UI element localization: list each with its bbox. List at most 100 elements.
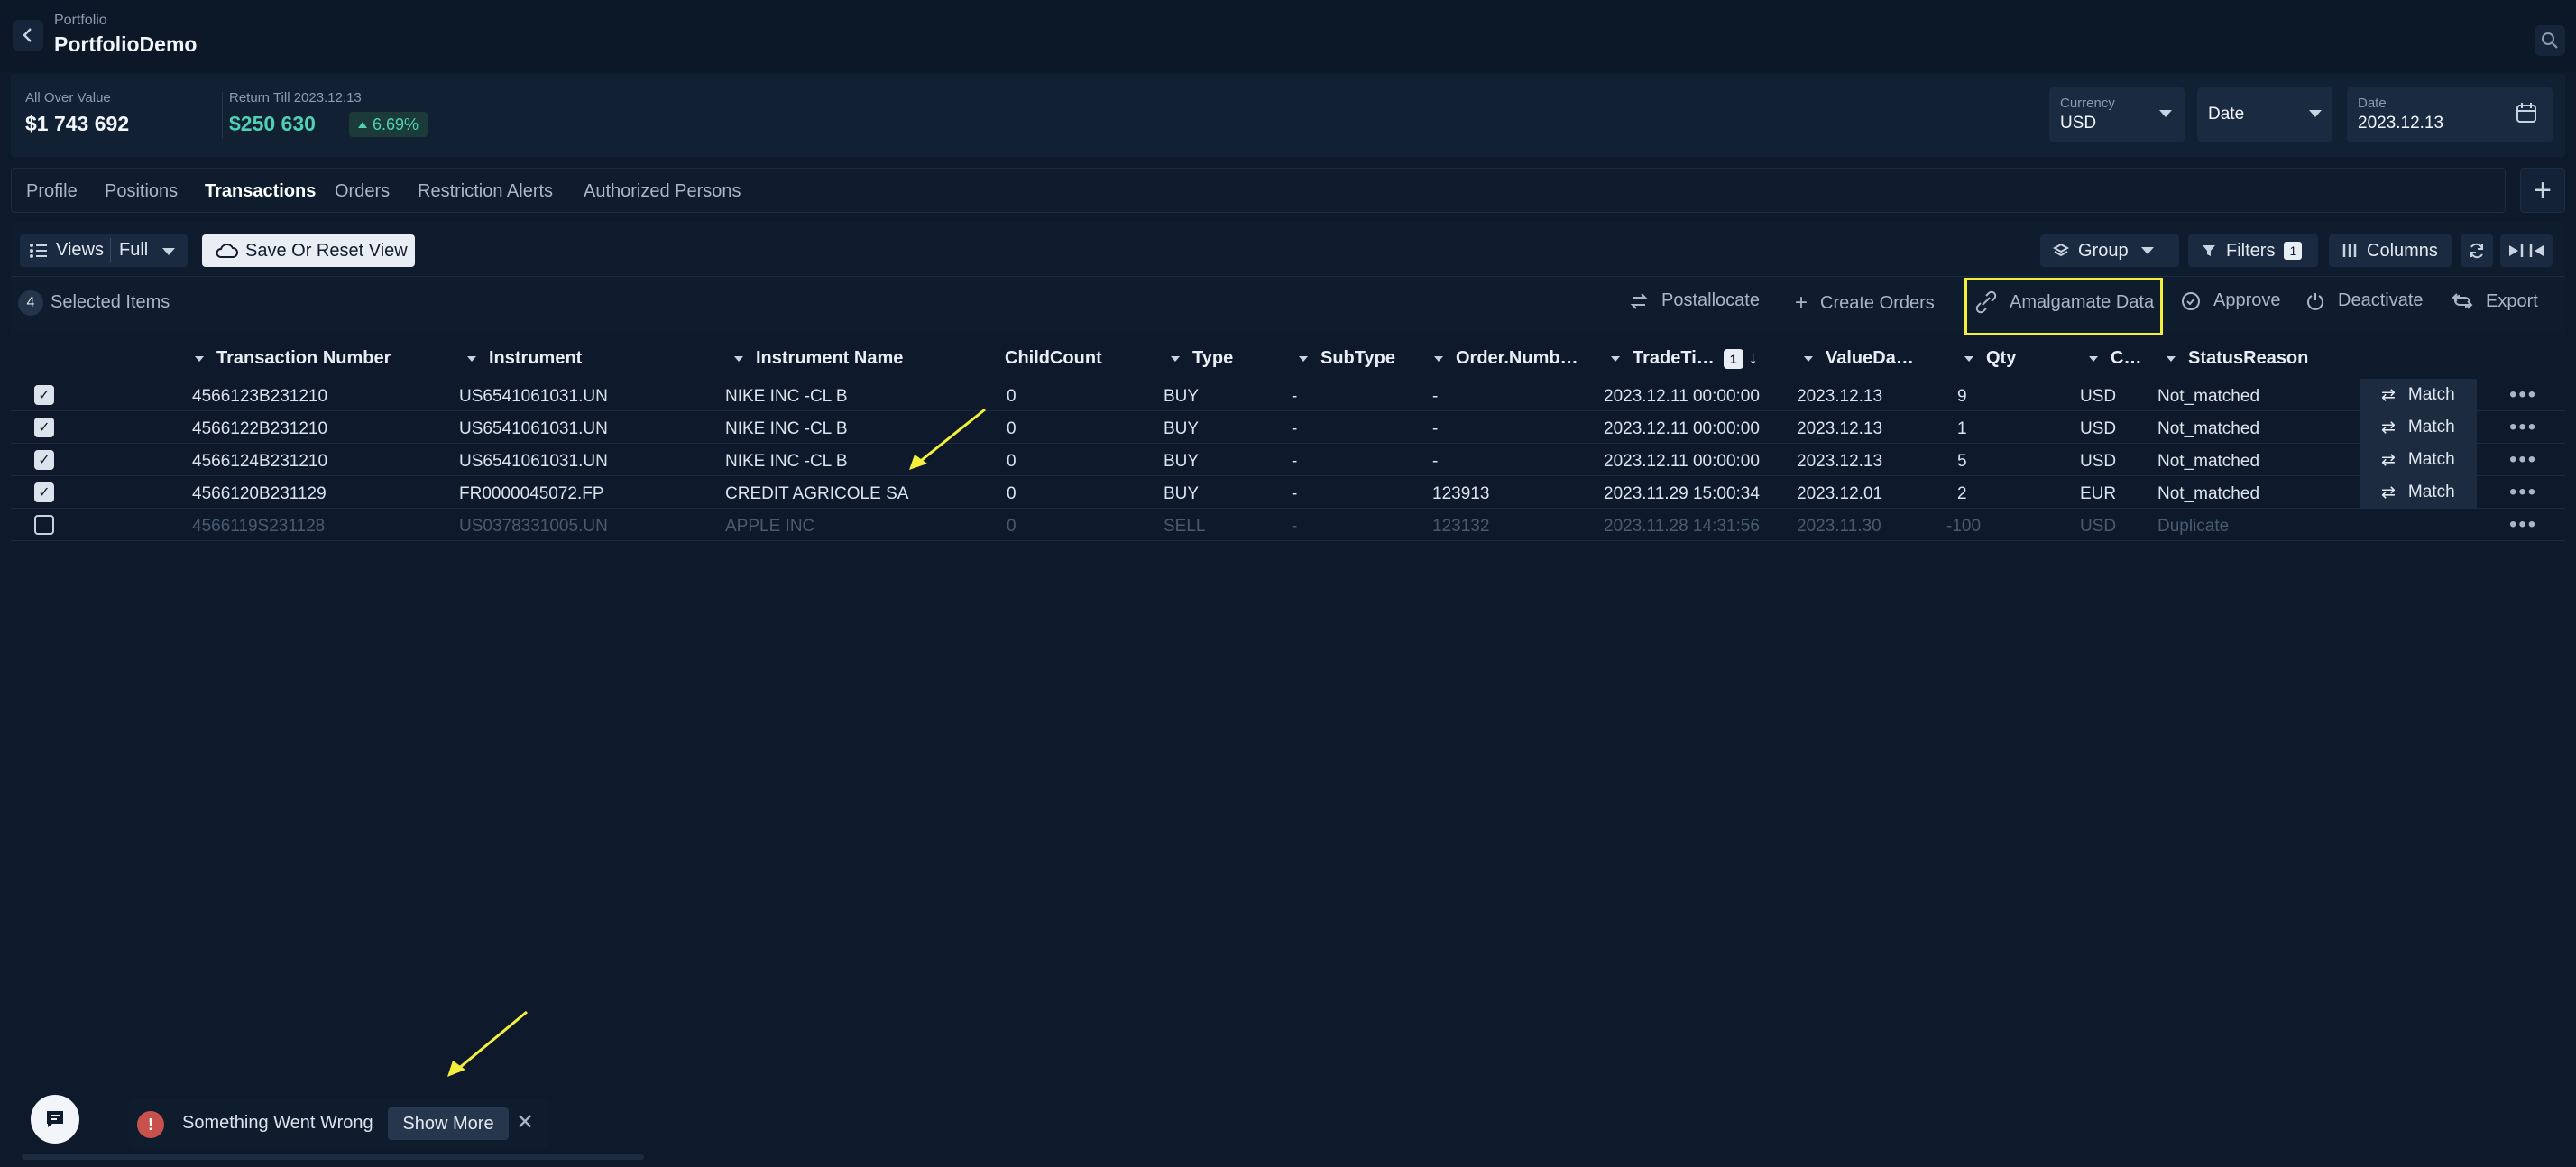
cell-txn: 4566122B231210	[192, 419, 328, 438]
cell-subtype: -	[1292, 517, 1298, 536]
group-button[interactable]: Group	[2040, 234, 2179, 267]
tab-orders[interactable]: Orders	[335, 181, 390, 202]
save-reset-label: Save Or Reset View	[245, 240, 408, 261]
row-checkbox[interactable]: ✓	[34, 450, 54, 470]
layers-icon	[2053, 243, 2069, 257]
show-more-button[interactable]: Show More	[388, 1107, 509, 1140]
tab-restriction-alerts[interactable]: Restriction Alerts	[418, 181, 553, 202]
col-childcount[interactable]: ChildCount	[1005, 348, 1102, 369]
more-icon[interactable]: •••	[2509, 512, 2537, 538]
cell-txn: 4566124B231210	[192, 452, 328, 471]
date-type-select[interactable]: Date	[2197, 87, 2332, 142]
chat-button[interactable]	[31, 1095, 79, 1144]
selected-items-label: Selected Items	[51, 292, 170, 312]
cell-name: NIKE INC -CL B	[725, 419, 848, 438]
col-value-date[interactable]: ValueDa…	[1804, 348, 1914, 369]
cell-status: Duplicate	[2157, 517, 2230, 536]
cell-subtype: -	[1292, 484, 1298, 503]
chevron-left-icon	[23, 28, 32, 42]
save-reset-view-button[interactable]: Save Or Reset View	[202, 234, 415, 267]
error-toast: ! Something Went Wrong Show More ✕	[128, 1098, 550, 1149]
return-label: Return Till 2023.12.13	[229, 90, 362, 106]
tab-positions[interactable]: Positions	[105, 181, 178, 202]
table-row[interactable]: ✓ 4566123B231210 US6541061031.UN NIKE IN…	[11, 379, 2565, 411]
close-icon[interactable]: ✕	[516, 1109, 534, 1135]
cell-qty: 1	[1957, 419, 1967, 438]
match-button[interactable]: ⇄ Match	[2360, 476, 2477, 509]
create-orders-action[interactable]: + Create Orders	[1795, 290, 1935, 316]
cell-order: 123913	[1432, 484, 1490, 503]
table-row[interactable]: ✓ 4566120B231129 FR0000045072.FP CREDIT …	[11, 476, 2565, 509]
table-row[interactable]: ✓ 4566122B231210 US6541061031.UN NIKE IN…	[11, 411, 2565, 444]
col-currency[interactable]: C…	[2089, 348, 2141, 369]
col-trade-time[interactable]: TradeTi… 1 ↓	[1611, 348, 1758, 369]
cell-child: 0	[1007, 452, 1017, 471]
match-button[interactable]: ⇄ Match	[2360, 411, 2477, 444]
more-icon[interactable]: •••	[2509, 415, 2537, 440]
export-icon	[2452, 293, 2473, 309]
row-checkbox[interactable]: ✓	[34, 482, 54, 502]
collapse-panels-button[interactable]	[2500, 234, 2553, 267]
chevron-down-icon	[1434, 355, 1443, 362]
chevron-down-icon	[1611, 355, 1620, 362]
horizontal-scrollbar[interactable]	[22, 1154, 644, 1160]
return-value: $250 630	[229, 112, 316, 135]
views-value: Full	[119, 240, 149, 260]
date-picker[interactable]: Date 2023.12.13	[2347, 87, 2553, 142]
more-icon[interactable]: •••	[2509, 447, 2537, 473]
export-action[interactable]: Export	[2452, 290, 2538, 312]
add-tab-button[interactable]: +	[2520, 168, 2565, 213]
match-button[interactable]: ⇄ Match	[2360, 379, 2477, 411]
cell-order: -	[1432, 419, 1439, 438]
tab-authorized-persons[interactable]: Authorized Persons	[584, 181, 741, 202]
col-type[interactable]: Type	[1171, 348, 1233, 369]
postallocate-action[interactable]: Postallocate	[1629, 290, 1760, 311]
col-instrument-name[interactable]: Instrument Name	[734, 348, 903, 369]
divider	[110, 238, 111, 262]
more-icon[interactable]: •••	[2509, 480, 2537, 505]
cell-child: 0	[1007, 387, 1017, 406]
search-button[interactable]	[2535, 25, 2565, 56]
row-checkbox[interactable]: ✓	[34, 385, 54, 405]
divider	[11, 276, 2565, 277]
match-button[interactable]: ⇄ Match	[2360, 444, 2477, 476]
chevron-down-icon	[1299, 355, 1308, 362]
cell-trade: 2023.12.11 00:00:00	[1604, 387, 1760, 406]
col-transaction-number[interactable]: Transaction Number	[195, 348, 391, 369]
tab-transactions[interactable]: Transactions	[205, 181, 316, 202]
col-qty[interactable]: Qty	[1964, 348, 2016, 369]
power-icon	[2307, 292, 2323, 310]
cell-txn: 4566120B231129	[192, 484, 327, 503]
cell-subtype: -	[1292, 452, 1298, 471]
sort-order-badge: 1	[1723, 348, 1743, 369]
cell-type: BUY	[1164, 484, 1200, 503]
cell-order: -	[1432, 452, 1439, 471]
refresh-button[interactable]	[2461, 234, 2493, 267]
row-checkbox[interactable]: ✓	[34, 418, 54, 437]
filters-button[interactable]: Filters 1	[2188, 234, 2318, 267]
cell-name: NIKE INC -CL B	[725, 452, 848, 471]
more-icon[interactable]: •••	[2509, 382, 2537, 408]
table-row[interactable]: 4566119S231128 US0378331005.UN APPLE INC…	[11, 509, 2565, 541]
breadcrumb[interactable]: Portfolio	[54, 13, 107, 29]
arrow-up-icon	[358, 121, 367, 128]
back-button[interactable]	[13, 20, 43, 51]
currency-select[interactable]: Currency USD	[2049, 87, 2185, 142]
search-icon	[2542, 32, 2558, 49]
col-status-reason[interactable]: StatusReason	[2167, 348, 2308, 369]
row-checkbox[interactable]	[34, 515, 54, 535]
approve-action[interactable]: Approve	[2181, 290, 2281, 311]
cell-qty: -100	[1946, 517, 1982, 536]
deactivate-action[interactable]: Deactivate	[2305, 290, 2424, 311]
cell-trade: 2023.12.11 00:00:00	[1604, 419, 1760, 438]
columns-button[interactable]: Columns	[2329, 234, 2452, 267]
col-instrument[interactable]: Instrument	[467, 348, 582, 369]
views-select[interactable]: Views Full	[20, 234, 188, 267]
col-order-number[interactable]: Order.Numb…	[1434, 348, 1578, 369]
tab-profile[interactable]: Profile	[26, 181, 78, 202]
approve-label: Approve	[2213, 290, 2281, 310]
table-row[interactable]: ✓ 4566124B231210 US6541061031.UN NIKE IN…	[11, 444, 2565, 476]
arrow-down-icon: ↓	[1748, 348, 1758, 368]
col-subtype[interactable]: SubType	[1299, 348, 1395, 369]
return-pct: 6.69%	[373, 115, 419, 133]
